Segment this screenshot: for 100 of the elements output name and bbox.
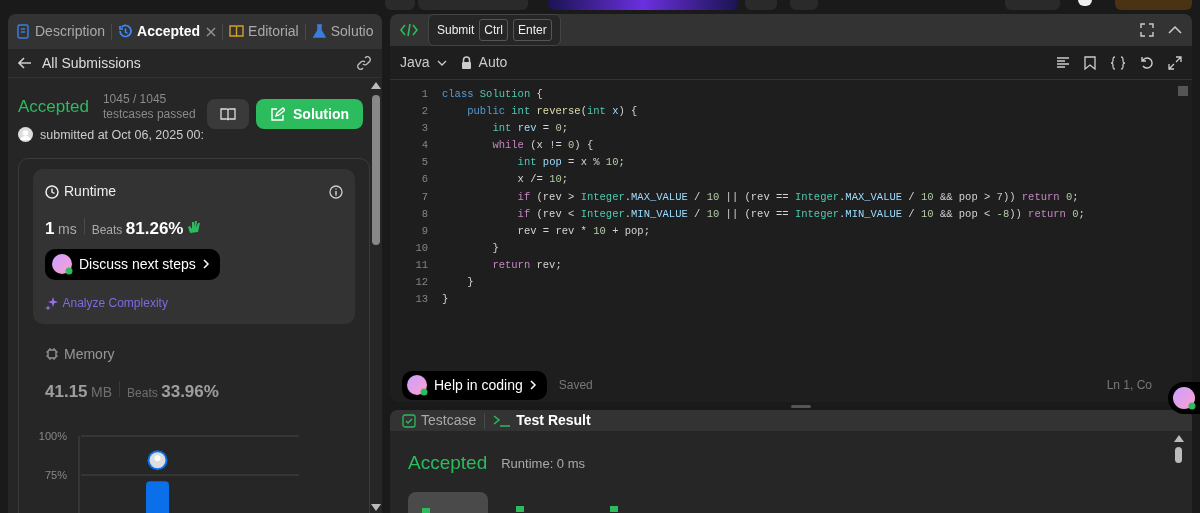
avatar-icon — [18, 127, 33, 143]
history-icon — [118, 24, 134, 39]
line-number: 9 — [420, 223, 428, 239]
assistant-button[interactable] — [1168, 382, 1200, 414]
lock-icon — [460, 56, 472, 69]
passed-count: 1045 / 1045 — [102, 92, 168, 107]
line-number: 5 — [420, 155, 428, 171]
line-number: 6 — [420, 172, 428, 188]
checkbox-icon — [402, 413, 416, 428]
user-marker-icon — [147, 450, 168, 471]
line-number: 12 — [414, 275, 428, 291]
bookmark-icon[interactable] — [1084, 55, 1096, 70]
save-status: Saved — [558, 377, 593, 394]
line-number: 3 — [420, 121, 428, 137]
chip-icon — [45, 347, 59, 362]
case-tab[interactable] — [408, 491, 488, 513]
code-line: while (x != 0) { — [491, 138, 594, 154]
discuss-button[interactable]: Discuss next steps — [45, 248, 220, 280]
passed-label: testcases passed — [102, 107, 196, 122]
terminal-icon — [493, 413, 512, 428]
document-icon — [16, 24, 31, 39]
line-number: 2 — [420, 104, 428, 120]
beats-label: Beats — [91, 222, 123, 240]
tab[interactable]: Editorial — [229, 21, 299, 42]
book-icon — [220, 107, 236, 121]
code-line: } — [466, 275, 474, 291]
code-line: int pop = x % 10; — [516, 155, 625, 171]
submitted-time: submitted at Oct 06, 2025 00: — [40, 126, 204, 144]
chevron-right-icon — [201, 259, 210, 270]
metric-unit: MB — [91, 382, 113, 402]
key-cap: Ctrl — [479, 19, 509, 41]
chevron-right-icon — [528, 380, 537, 390]
metric-card[interactable]: Memory 41.15 MB Beats 33.96% — [33, 331, 355, 417]
metric-value: 1 — [45, 218, 55, 241]
key-cap: Enter — [513, 19, 552, 41]
scroll-down-icon[interactable] — [371, 504, 381, 511]
line-number: 10 — [414, 240, 428, 256]
code-line: return rev; — [491, 257, 562, 273]
tab[interactable]: Testcase — [402, 410, 477, 431]
result-status: Accepted — [408, 451, 488, 475]
help-in-coding-button[interactable]: Help in coding — [402, 370, 547, 400]
metric-title: Runtime — [64, 182, 117, 202]
line-number: 11 — [414, 257, 428, 273]
fullscreen-icon[interactable] — [1140, 23, 1154, 37]
code-line: if (rev > Integer.MAX_VALUE / 10 || (rev == Integer.MAX_VALUE / 10 && pop > 7)) return 0; — [516, 189, 1079, 205]
shortcut-label: Submit — [437, 22, 475, 39]
scrollbar-thumb[interactable] — [1178, 86, 1188, 96]
flask-icon — [311, 24, 327, 39]
beats-percent: 33.96% — [161, 380, 219, 403]
metric-title: Memory — [64, 344, 115, 364]
collapse-icon[interactable] — [1168, 25, 1182, 35]
code-line: int rev = 0; — [491, 121, 569, 137]
tab[interactable]: Description — [16, 21, 106, 42]
scrollbar-thumb[interactable] — [372, 95, 380, 245]
scroll-up-icon[interactable] — [371, 82, 381, 89]
tab[interactable]: Accepted — [118, 21, 201, 42]
undo-icon[interactable] — [1140, 55, 1154, 70]
language-dropdown[interactable]: Java — [400, 52, 447, 73]
code-line: x /= 10; — [516, 172, 569, 188]
assistant-avatar-icon — [51, 253, 73, 276]
assistant-avatar-icon — [1172, 386, 1196, 410]
link-icon[interactable] — [356, 55, 372, 71]
tab[interactable]: Solutio — [311, 21, 374, 42]
book-icon — [229, 24, 245, 39]
metric-unit: ms — [57, 220, 77, 240]
braces-icon[interactable] — [1110, 55, 1126, 70]
chevron-down-icon — [436, 59, 447, 66]
expand-icon[interactable] — [1168, 55, 1182, 70]
assistant-avatar-icon — [406, 374, 428, 396]
mode-label: Auto — [478, 53, 508, 72]
close-icon[interactable] — [206, 26, 217, 37]
metric-value: 41.15 — [45, 380, 88, 403]
resize-handle[interactable] — [791, 405, 811, 408]
notes-button[interactable] — [207, 99, 249, 129]
line-number: 1 — [420, 87, 428, 102]
scroll-up-icon[interactable] — [1173, 435, 1184, 442]
code-line: } — [491, 240, 499, 256]
line-number: 13 — [414, 292, 428, 308]
beats-percent: 81.26% — [125, 218, 184, 241]
axis-label: 100% — [38, 430, 67, 443]
back-arrow-icon[interactable] — [18, 57, 32, 69]
submission-status: Accepted — [18, 96, 89, 119]
info-icon[interactable] — [329, 184, 343, 199]
scrollbar-thumb[interactable] — [1175, 447, 1182, 463]
axis-label: 75% — [44, 469, 67, 482]
code-line: public int reverse(int x) { — [466, 104, 638, 120]
tab[interactable]: Test Result — [493, 410, 591, 431]
code-line: if (rev < Integer.MIN_VALUE / 10 || (rev == Integer.MIN_VALUE / 10 && pop < -8)) return 0; — [516, 206, 1085, 222]
code-line: class Solution { — [442, 87, 543, 102]
runtime-label: Runtime: 0 ms — [501, 454, 586, 473]
code-icon — [400, 23, 418, 37]
edit-icon — [270, 106, 285, 122]
beats-label: Beats — [127, 384, 158, 402]
clap-icon — [187, 220, 201, 235]
all-submissions-link[interactable]: All Submissions — [42, 52, 141, 74]
metric-card[interactable]: Runtime 1 ms Beats 81.26% Discuss next steps Analyze Complexity — [33, 169, 355, 324]
line-number: 4 — [420, 138, 428, 154]
code-line: } — [442, 292, 449, 308]
format-icon[interactable] — [1056, 56, 1070, 69]
avatar[interactable] — [1078, 0, 1092, 6]
